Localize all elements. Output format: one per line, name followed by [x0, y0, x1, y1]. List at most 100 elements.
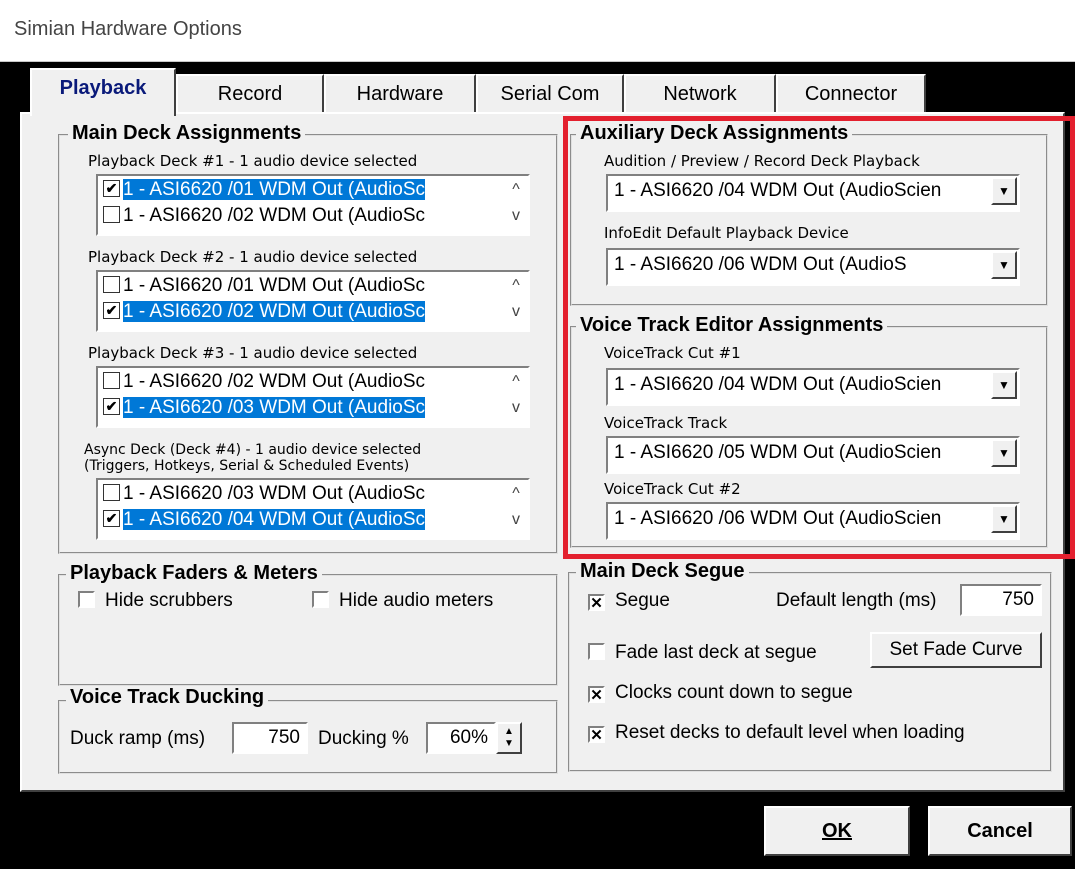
- tab-serial-com[interactable]: Serial Com: [476, 74, 624, 114]
- ok-button[interactable]: OK: [764, 806, 910, 856]
- list-item[interactable]: 1 - ASI6620 /03 WDM Out (AudioSc: [100, 481, 425, 507]
- tab-label: Playback: [59, 77, 147, 99]
- checkbox-label: Hide scrubbers: [105, 590, 233, 611]
- chevron-down-icon[interactable]: ▼: [991, 177, 1017, 205]
- vt-cut1-combobox[interactable]: 1 - ASI6620 /04 WDM Out (AudioScien ▼: [606, 368, 1020, 406]
- chevron-down-icon[interactable]: ▼: [991, 251, 1017, 279]
- checkbox[interactable]: [78, 591, 95, 608]
- checkbox-label: Hide audio meters: [339, 590, 494, 611]
- checkbox-checked[interactable]: ✔: [103, 509, 120, 527]
- reset-decks-checkbox[interactable]: ✕ Reset decks to default level when loadi…: [588, 722, 965, 744]
- audition-combobox[interactable]: 1 - ASI6620 /04 WDM Out (AudioScien ▼: [606, 174, 1020, 212]
- chevron-down-icon[interactable]: ▼: [991, 439, 1017, 467]
- list-item[interactable]: ✔ 1 - ASI6620 /01 WDM Out (AudioSc: [100, 177, 426, 203]
- tab-record[interactable]: Record: [176, 74, 324, 114]
- chevron-down-icon[interactable]: ▼: [991, 371, 1017, 399]
- scroll-up-icon[interactable]: ^: [506, 178, 526, 202]
- tab-connector[interactable]: Connector: [776, 74, 926, 114]
- deck2-listbox[interactable]: 1 - ASI6620 /01 WDM Out (AudioSc ✔ 1 - AS…: [96, 270, 530, 332]
- checkbox-checked[interactable]: ✕: [588, 726, 605, 744]
- segue-checkbox[interactable]: ✕ Segue: [588, 590, 670, 612]
- tab-label: Record: [217, 83, 283, 105]
- scroll-up-icon[interactable]: ^: [506, 274, 526, 298]
- ducking-pct-input[interactable]: 60%: [426, 722, 496, 754]
- vt-cut2-combobox[interactable]: 1 - ASI6620 /06 WDM Out (AudioScien ▼: [606, 502, 1020, 540]
- cancel-button[interactable]: Cancel: [928, 806, 1072, 856]
- clocks-countdown-checkbox[interactable]: ✕ Clocks count down to segue: [588, 682, 853, 704]
- tab-network[interactable]: Network: [624, 74, 776, 114]
- list-item[interactable]: ✔ 1 - ASI6620 /02 WDM Out (AudioSc: [100, 299, 426, 325]
- vt-cut1-label: VoiceTrack Cut #1: [604, 344, 741, 362]
- default-length-input[interactable]: 750: [960, 584, 1042, 616]
- deck4-listbox[interactable]: 1 - ASI6620 /03 WDM Out (AudioSc ✔ 1 - AS…: [96, 478, 530, 540]
- tab-hardware[interactable]: Hardware: [324, 74, 476, 114]
- list-item-label: 1 - ASI6620 /03 WDM Out (AudioSc: [123, 483, 426, 504]
- ducking-spinner[interactable]: ▲ ▼: [496, 722, 522, 754]
- checkbox[interactable]: [103, 483, 120, 501]
- spin-up-icon[interactable]: ▲: [504, 726, 514, 737]
- aux-legend: Auxiliary Deck Assignments: [576, 122, 853, 145]
- list-item-label: 1 - ASI6620 /01 WDM Out (AudioSc: [123, 275, 426, 296]
- checkbox[interactable]: [103, 371, 120, 389]
- scroll-up-icon[interactable]: ^: [506, 482, 526, 506]
- vt-track-combobox[interactable]: 1 - ASI6620 /05 WDM Out (AudioScien ▼: [606, 436, 1020, 474]
- combobox-value: 1 - ASI6620 /04 WDM Out (AudioScien: [614, 374, 942, 395]
- list-item-label: 1 - ASI6620 /02 WDM Out (AudioSc: [123, 301, 426, 322]
- main-deck-legend: Main Deck Assignments: [68, 122, 306, 145]
- combobox-value: 1 - ASI6620 /06 WDM Out (AudioScien: [614, 508, 942, 529]
- checkbox[interactable]: [588, 643, 605, 660]
- set-fade-curve-button[interactable]: Set Fade Curve: [870, 632, 1042, 668]
- infoedit-label: InfoEdit Default Playback Device: [604, 224, 849, 242]
- vt-cut2-label: VoiceTrack Cut #2: [604, 480, 741, 498]
- vt-editor-legend: Voice Track Editor Assignments: [576, 314, 888, 337]
- checkbox-checked[interactable]: ✔: [103, 397, 120, 415]
- checkbox-label: Reset decks to default level when loadin…: [615, 722, 965, 743]
- default-length-label: Default length (ms): [776, 590, 937, 611]
- list-item-label: 1 - ASI6620 /03 WDM Out (AudioSc: [123, 397, 426, 418]
- faders-legend: Playback Faders & Meters: [66, 562, 322, 585]
- checkbox[interactable]: [103, 205, 120, 223]
- title-bar: Simian Hardware Options: [0, 0, 1075, 62]
- deck1-listbox[interactable]: ✔ 1 - ASI6620 /01 WDM Out (AudioSc 1 - AS…: [96, 174, 530, 236]
- list-item[interactable]: 1 - ASI6620 /02 WDM Out (AudioSc: [100, 369, 425, 395]
- deck3-listbox[interactable]: 1 - ASI6620 /02 WDM Out (AudioSc ✔ 1 - AS…: [96, 366, 530, 428]
- scroll-down-icon[interactable]: v: [506, 204, 526, 228]
- deck4-label: Async Deck (Deck #4) - 1 audio device se…: [84, 442, 422, 458]
- list-item[interactable]: 1 - ASI6620 /02 WDM Out (AudioSc: [100, 203, 425, 229]
- list-item[interactable]: ✔ 1 - ASI6620 /04 WDM Out (AudioSc: [100, 507, 426, 533]
- checkbox[interactable]: [312, 591, 329, 608]
- checkbox-checked[interactable]: ✔: [103, 301, 120, 319]
- checkbox-checked[interactable]: ✕: [588, 686, 605, 704]
- tab-playback[interactable]: Playback: [30, 68, 176, 116]
- ducking-legend: Voice Track Ducking: [66, 686, 269, 709]
- duck-ramp-label: Duck ramp (ms): [70, 728, 206, 749]
- list-item-label: 1 - ASI6620 /02 WDM Out (AudioSc: [123, 205, 426, 226]
- checkbox-label: Segue: [615, 590, 670, 611]
- checkbox-checked[interactable]: ✔: [103, 179, 120, 197]
- scroll-up-icon[interactable]: ^: [506, 370, 526, 394]
- hide-meters-checkbox[interactable]: Hide audio meters: [312, 590, 493, 612]
- segue-legend: Main Deck Segue: [576, 560, 749, 583]
- list-item[interactable]: ✔ 1 - ASI6620 /03 WDM Out (AudioSc: [100, 395, 426, 421]
- scroll-down-icon[interactable]: v: [506, 396, 526, 420]
- deck2-label: Playback Deck #2 - 1 audio device select…: [88, 248, 418, 266]
- chevron-down-icon[interactable]: ▼: [991, 505, 1017, 533]
- deck4-sublabel: (Triggers, Hotkeys, Serial & Scheduled E…: [84, 458, 410, 474]
- duck-ramp-input[interactable]: 750: [232, 722, 308, 754]
- infoedit-combobox[interactable]: 1 - ASI6620 /06 WDM Out (AudioS ▼: [606, 248, 1020, 286]
- scroll-down-icon[interactable]: v: [506, 300, 526, 324]
- list-item-label: 1 - ASI6620 /02 WDM Out (AudioSc: [123, 371, 426, 392]
- hide-scrubbers-checkbox[interactable]: Hide scrubbers: [78, 590, 233, 612]
- fade-last-deck-checkbox[interactable]: Fade last deck at segue: [588, 642, 817, 664]
- spin-down-icon[interactable]: ▼: [504, 738, 514, 749]
- checkbox[interactable]: [103, 275, 120, 293]
- ducking-pct-label: Ducking %: [318, 728, 409, 749]
- checkbox-label: Clocks count down to segue: [615, 682, 853, 703]
- audition-label: Audition / Preview / Record Deck Playbac…: [604, 152, 920, 170]
- ok-mnemonic: OK: [822, 820, 852, 842]
- combobox-value: 1 - ASI6620 /04 WDM Out (AudioScien: [614, 180, 942, 201]
- combobox-value: 1 - ASI6620 /06 WDM Out (AudioS: [614, 254, 907, 275]
- list-item[interactable]: 1 - ASI6620 /01 WDM Out (AudioSc: [100, 273, 425, 299]
- checkbox-checked[interactable]: ✕: [588, 594, 605, 612]
- scroll-down-icon[interactable]: v: [506, 508, 526, 532]
